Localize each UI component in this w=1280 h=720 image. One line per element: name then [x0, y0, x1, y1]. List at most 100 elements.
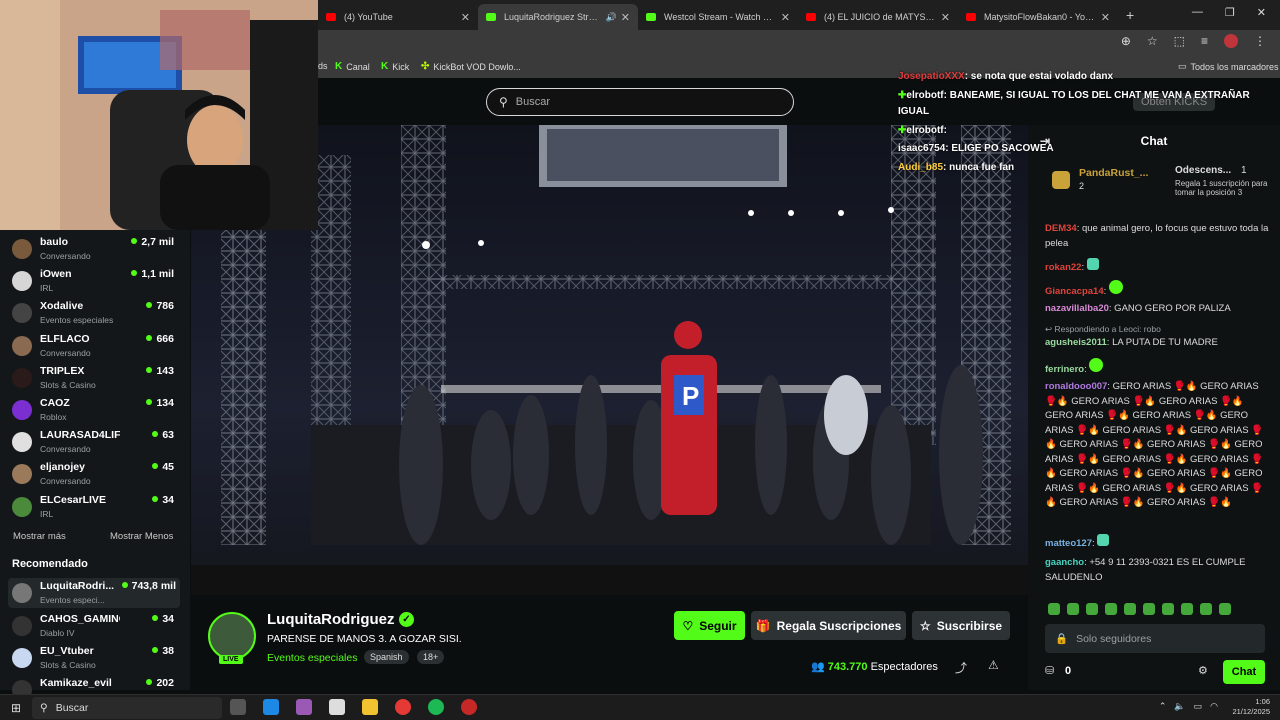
wifi-icon[interactable]: ◠ — [1210, 701, 1218, 712]
sidebar-item-eljanojey[interactable]: eljanojey Conversando 45 — [12, 459, 178, 489]
close-window-icon[interactable]: ✕ — [1257, 6, 1266, 19]
emote-icon[interactable] — [1162, 603, 1174, 615]
store-icon[interactable] — [329, 699, 345, 715]
emote-icon[interactable] — [1143, 603, 1155, 615]
profile-avatar[interactable] — [1224, 34, 1238, 48]
subscribe-button[interactable]: ☆ Suscribirse — [912, 611, 1010, 640]
task-view-icon[interactable] — [230, 699, 246, 715]
emote-icon[interactable] — [1219, 603, 1231, 615]
tag-age[interactable]: 18+ — [417, 650, 445, 664]
sidebar-item-euvtuber[interactable]: EU_Vtuber Slots & Casino 38 — [12, 643, 178, 673]
follow-button[interactable]: ♡ Seguir — [674, 611, 745, 640]
emote-icon[interactable] — [1181, 603, 1193, 615]
youtube-icon — [326, 13, 336, 21]
menu-icon[interactable]: ⋮ — [1254, 34, 1266, 48]
search-input[interactable]: ⚲ Buscar — [486, 88, 794, 116]
star-icon[interactable]: ☆ — [1147, 34, 1158, 48]
chevron-up-icon[interactable]: ⌃ — [1159, 701, 1167, 712]
bookmark-item[interactable]: ds — [318, 61, 328, 71]
restore-icon[interactable]: ❐ — [1225, 6, 1235, 19]
emote-icon[interactable] — [1086, 603, 1098, 615]
tab-juicio[interactable]: (4) EL JUICIO de MATYSITOFLO✕ — [798, 4, 958, 30]
emote-icon — [1086, 258, 1099, 270]
show-less-link[interactable]: Mostrar Menos — [110, 531, 173, 542]
bookmark-kickbot[interactable]: ✣ KickBot VOD Dowlo... — [421, 61, 521, 72]
edge-icon[interactable] — [263, 699, 279, 715]
chat-message: ronaldooo007: GERO ARIAS 🥊🔥 GERO ARIAS 🥊… — [1045, 381, 1264, 508]
verified-icon: ✓ — [399, 612, 414, 627]
chat-message: agusheis2011: LA PUTA DE TU MADRE — [1045, 337, 1218, 348]
volume-icon[interactable]: 🔈 — [1174, 701, 1185, 712]
zoom-icon[interactable]: ⊕ — [1121, 34, 1131, 48]
sidebar-item-iowen[interactable]: iOwen IRL 1,1 mil — [12, 266, 178, 296]
tag-language[interactable]: Spanish — [364, 650, 409, 664]
sidebar-item-triplex[interactable]: TRIPLEX Slots & Casino 143 — [12, 363, 178, 393]
app-icon[interactable] — [461, 699, 477, 715]
chrome-icon[interactable] — [395, 699, 411, 715]
avatar — [12, 464, 32, 484]
avatar — [12, 648, 32, 668]
close-icon[interactable]: ✕ — [941, 11, 950, 24]
taskbar-search[interactable]: ⚲ Buscar — [32, 697, 222, 719]
sidebar-item-elcesarlive[interactable]: ELCesarLIVE IRL 34 — [12, 492, 178, 522]
webcam-overlay — [0, 0, 318, 230]
extensions-icon[interactable]: ⬚ — [1174, 34, 1185, 48]
sidebar-item-xodalive[interactable]: Xodalive Eventos especiales 786 — [12, 298, 178, 328]
emote-icon[interactable] — [1105, 603, 1117, 615]
tab-youtube[interactable]: (4) YouTube ✕ — [318, 4, 478, 30]
bookmark-canal[interactable]: K Canal — [335, 61, 370, 72]
emote-icon[interactable] — [1067, 603, 1079, 615]
close-icon[interactable]: ✕ — [1101, 11, 1110, 24]
media-icon[interactable]: ≡ — [1201, 34, 1208, 48]
tab-westcol[interactable]: Westcol Stream - Watch Live o ✕ — [638, 4, 798, 30]
minimize-icon[interactable]: — — [1192, 6, 1203, 19]
clock[interactable]: 1:06 21/12/2025 — [1232, 697, 1270, 717]
avatar — [12, 303, 32, 323]
windows-start-icon[interactable]: ⊞ — [11, 701, 21, 715]
spotify-icon[interactable] — [428, 699, 444, 715]
emote-icon[interactable] — [1200, 603, 1212, 615]
sidebar-item-elflaco[interactable]: ELFLACO Conversando 666 — [12, 331, 178, 361]
emote-bar — [1048, 603, 1231, 615]
send-chat-button[interactable]: Chat — [1223, 660, 1265, 684]
emote-icon — [1097, 534, 1110, 546]
emote-icon[interactable] — [1048, 603, 1060, 615]
overlay-message: isaac6754: ELIGE PO SACOWEA — [898, 143, 1054, 154]
avatar — [12, 239, 32, 259]
channel-name[interactable]: LuquitaRodriguez — [267, 611, 395, 628]
report-icon[interactable]: ⚠ — [988, 658, 999, 672]
bookmark-kick[interactable]: K Kick — [381, 61, 409, 72]
sidebar-item-cahos[interactable]: CAHOS_GAMING Diablo IV 34 — [12, 611, 178, 641]
screen: (4) YouTube ✕ LuquitaRodriguez Stream - 🔊… — [0, 0, 1280, 720]
sidebar-item-luquita[interactable]: LuquitaRodri... Eventos especi... 743,8 mi… — [8, 578, 180, 608]
emote-icon[interactable] — [1124, 603, 1136, 615]
sidebar-item-caoz[interactable]: CAOZ Roblox 134 — [12, 395, 178, 425]
toolbar-icons: ⊕ ☆ ⬚ ≡ ⋮ — [1121, 34, 1266, 48]
close-icon[interactable]: ✕ — [621, 11, 630, 24]
kicks-icon[interactable]: ⛁ — [1045, 664, 1054, 677]
show-more-link[interactable]: Mostrar más — [13, 531, 66, 542]
close-icon[interactable]: ✕ — [781, 11, 790, 24]
sidebar-item-laurasad4life[interactable]: LAURASAD4LIFE Conversando 63 — [12, 427, 178, 457]
speaker-icon[interactable]: 🔊 — [606, 12, 617, 23]
copilot-icon[interactable] — [296, 699, 312, 715]
chat-message: nazavillalba20: GANO GERO POR PALIZA — [1045, 303, 1231, 314]
sidebar: baulo Conversando 2,7 mil iOwen IRL 1,1 mil … — [0, 230, 190, 700]
gift-subs-button[interactable]: 🎁 Regala Suscripciones — [751, 611, 906, 640]
tab-luquita[interactable]: LuquitaRodriguez Stream - 🔊 ✕ — [478, 4, 638, 30]
explorer-icon[interactable] — [362, 699, 378, 715]
all-bookmarks[interactable]: ▭ Todos los marcadores — [1178, 61, 1279, 72]
star-icon: ☆ — [919, 618, 931, 633]
settings-icon[interactable]: ⚙ — [1198, 664, 1208, 677]
chat-message: matteo127: — [1045, 534, 1271, 552]
close-icon[interactable]: ✕ — [461, 11, 470, 24]
share-icon[interactable]: ⤴ — [955, 659, 967, 676]
channel-avatar[interactable] — [208, 612, 256, 660]
avatar — [12, 400, 32, 420]
new-tab-button[interactable]: + — [1126, 7, 1134, 23]
chat-input[interactable]: 🔒 Solo seguidores — [1045, 624, 1265, 653]
sidebar-item-baulo[interactable]: baulo Conversando 2,7 mil — [12, 234, 178, 264]
monitor-icon[interactable]: ▭ — [1194, 701, 1203, 712]
stream-category[interactable]: Eventos especiales — [267, 652, 357, 664]
tab-matysito[interactable]: MatysitoFlowBakan0 - YouTube✕ — [958, 4, 1118, 30]
